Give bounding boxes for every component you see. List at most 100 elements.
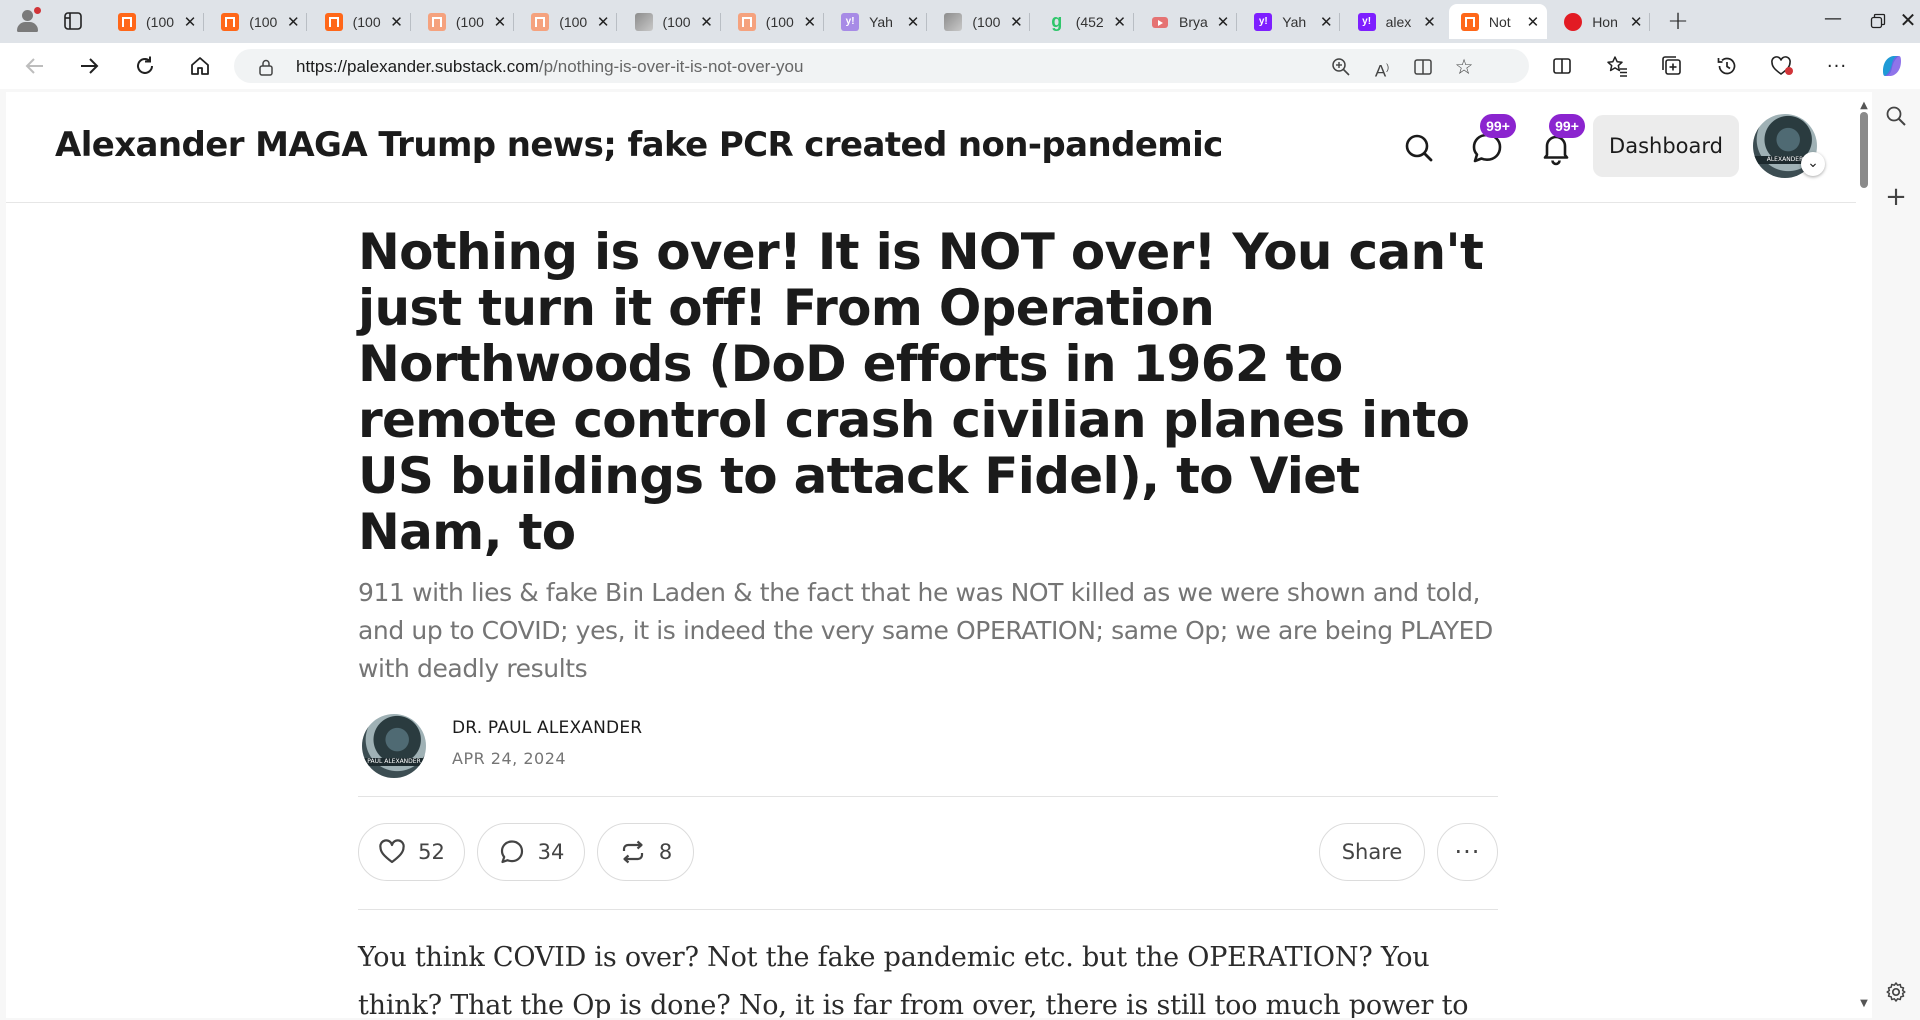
comment-count: 34 [537,840,565,864]
refresh-button[interactable] [131,52,159,80]
favorite-star-icon[interactable]: ☆ [1452,55,1476,79]
substack-icon [118,12,136,31]
tab-title: (100 [662,13,691,30]
comment-icon [500,840,523,864]
browser-essentials-icon[interactable] [1768,52,1796,80]
read-aloud-icon[interactable]: A) [1370,55,1394,81]
post-actions: 52 34 8 Share ··· [358,797,1498,909]
close-tab-icon[interactable]: ✕ [389,13,405,31]
more-options-icon[interactable]: ··· [1823,52,1851,80]
browser-tab[interactable]: (100 ✕ [932,4,1031,39]
like-button[interactable]: 52 [358,823,465,881]
page-scrollbar[interactable]: ▲ ▼ [1856,92,1872,1018]
tab-strip: (100 ✕ (100 ✕ (100 ✕ (100 ✕ (100 ✕ (100 ✕ (100 ✕ y! Yah… [0,0,1920,43]
tab-separator [616,13,618,31]
close-tab-icon[interactable]: ✕ [1215,13,1231,31]
close-window-button[interactable]: ✕ [1893,8,1920,32]
restack-button[interactable]: 8 [597,823,694,881]
search-icon[interactable] [1399,128,1439,168]
author-name[interactable]: DR. PAUL ALEXANDER [452,718,642,738]
chevron-down-icon[interactable]: ⌄ [1801,152,1825,176]
more-actions-button[interactable]: ··· [1437,823,1498,881]
tab-separator [926,13,928,31]
new-tab-button[interactable]: + [1663,6,1693,36]
restore-button[interactable] [1863,9,1893,29]
history-icon[interactable] [1713,52,1741,80]
site-title[interactable]: Alexander MAGA Trump news; fake PCR crea… [55,125,1223,165]
back-button[interactable] [21,52,49,80]
collections-icon[interactable] [1658,52,1686,80]
immersive-reader-icon[interactable] [1411,55,1435,79]
scrollbar-thumb[interactable] [1860,112,1868,188]
divider [358,909,1498,910]
tab-title: (100 [352,13,381,30]
close-tab-icon[interactable]: ✕ [1318,13,1334,31]
tab-title: Yah [869,13,893,30]
chat-badge: 99+ [1480,114,1516,138]
favorites-icon[interactable] [1603,52,1631,80]
copilot-icon[interactable] [1878,52,1906,80]
close-tab-icon[interactable]: ✕ [1628,13,1644,31]
substack-icon [324,12,343,31]
tab-title: (100 [455,13,484,30]
close-tab-icon[interactable]: ✕ [905,13,921,31]
close-tab-icon[interactable]: ✕ [699,13,715,31]
browser-tab[interactable]: (100 ✕ [519,4,618,39]
browser-tab[interactable]: y! Yah ✕ [829,4,928,39]
home-button[interactable] [186,52,214,80]
split-screen-icon[interactable] [1548,52,1576,80]
restack-count: 8 [658,840,673,864]
browser-tab[interactable]: Brya ✕ [1139,4,1237,39]
zoom-icon[interactable] [1329,55,1353,79]
close-tab-icon[interactable]: ✕ [182,13,198,31]
close-tab-icon[interactable]: ✕ [1112,13,1128,31]
browser-tab[interactable]: Hon ✕ [1552,4,1651,39]
browser-tab[interactable]: (100 ✕ [209,4,308,39]
tab-separator [1649,13,1651,31]
browser-tab[interactable]: (100 ✕ [106,4,204,39]
close-tab-icon[interactable]: ✕ [492,13,508,31]
yahoo-icon: y! [841,12,860,31]
address-bar[interactable]: https://palexander.substack.com/p/nothin… [234,49,1529,83]
share-button[interactable]: Share [1319,823,1425,881]
close-tab-icon[interactable]: ✕ [1008,13,1024,31]
browser-tab[interactable]: (100 ✕ [726,4,824,39]
tab-title: (452 [1075,13,1104,30]
close-tab-icon[interactable]: ✕ [595,13,611,31]
browser-tab[interactable]: y! alex ✕ [1346,4,1444,39]
url-text[interactable]: https://palexander.substack.com/p/nothin… [296,57,803,77]
article: Nothing is over! It is NOT over! You can… [358,224,1498,1018]
close-tab-icon[interactable]: ✕ [1525,13,1541,31]
lock-icon[interactable] [254,55,278,79]
browser-tab[interactable]: (100 ✕ [313,4,411,39]
sidebar-search-icon[interactable] [1884,104,1908,128]
close-tab-icon[interactable]: ✕ [285,13,301,31]
browser-tab[interactable]: Not ✕ [1448,4,1547,39]
profile-icon[interactable] [14,7,42,35]
tab-separator [512,13,514,31]
share-label: Share [1341,840,1403,864]
browser-tab[interactable]: (100 ✕ [623,4,721,39]
close-tab-icon[interactable]: ✕ [1422,13,1438,31]
author-avatar[interactable]: PAUL ALEXANDER [362,714,426,778]
scroll-down-icon[interactable]: ▼ [1858,998,1870,1009]
dashboard-button[interactable]: Dashboard [1593,115,1739,177]
forward-button[interactable] [75,52,103,80]
comment-button[interactable]: 34 [477,823,585,881]
author-avatar-caption: PAUL ALEXANDER [362,758,426,766]
minimize-button[interactable]: — [1818,8,1848,29]
close-tab-icon[interactable]: ✕ [802,13,818,31]
browser-tab[interactable]: g (452 ✕ [1036,4,1134,39]
tab-title: (100 [559,13,588,30]
browser-tab[interactable]: (100 ✕ [416,4,514,39]
tab-actions-icon[interactable] [63,11,83,31]
scroll-up-icon[interactable]: ▲ [1858,100,1870,111]
sidebar-settings-gear-icon[interactable] [1884,980,1908,1004]
tab-title: (100 [972,13,1001,30]
yahoo-icon: y! [1254,12,1273,31]
tab-title: Yah [1282,13,1307,30]
page-content: Alexander MAGA Trump news; fake PCR crea… [6,92,1856,1018]
add-sidebar-app-icon[interactable]: + [1884,184,1908,210]
browser-tab[interactable]: y! Yah ✕ [1242,4,1341,39]
tab-separator [1236,13,1237,31]
